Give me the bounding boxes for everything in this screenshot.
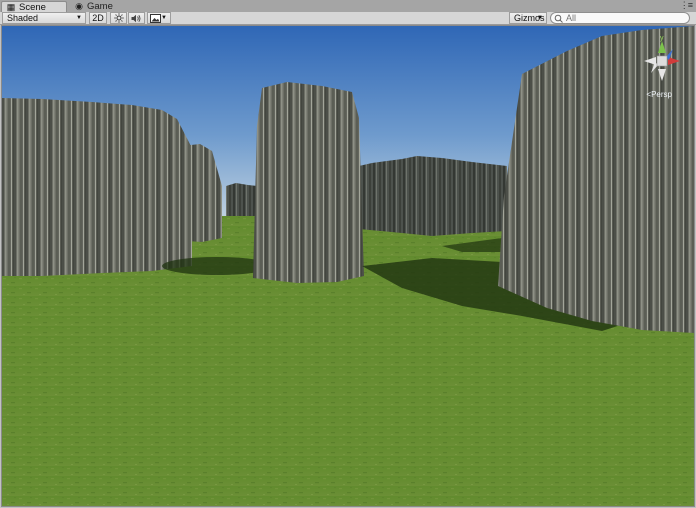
shading-mode-dropdown[interactable]: Shaded ▼ bbox=[2, 12, 86, 24]
sun-icon bbox=[113, 13, 124, 23]
game-controller-icon: ◉ bbox=[75, 1, 83, 11]
tab-game-label: Game bbox=[87, 1, 113, 12]
scene-toolbar: Shaded ▼ 2D ▼ Gizmos ▼ bbox=[0, 12, 696, 25]
tab-scene-label: Scene bbox=[19, 1, 46, 13]
chevron-down-icon: ▼ bbox=[537, 15, 543, 21]
search-icon bbox=[554, 14, 563, 23]
editor-tab-bar: ▦ Scene ◉ Game ⋮≡ bbox=[0, 0, 696, 13]
speaker-icon bbox=[131, 14, 141, 22]
tab-game[interactable]: ◉ Game bbox=[70, 1, 130, 12]
lighting-toggle-button[interactable] bbox=[110, 12, 127, 24]
audio-toggle-button[interactable] bbox=[128, 12, 145, 24]
scene-viewport[interactable]: y <Persp bbox=[1, 25, 695, 507]
panel-menu-icon[interactable]: ⋮≡ bbox=[680, 0, 693, 11]
scene-icon: ▦ bbox=[6, 1, 16, 12]
orientation-gizmo[interactable]: y bbox=[638, 31, 686, 87]
toggle-2d-label: 2D bbox=[92, 13, 104, 23]
scene-render bbox=[2, 26, 694, 506]
hierarchy-search-field[interactable] bbox=[550, 12, 690, 24]
y-axis-label: y bbox=[660, 35, 664, 42]
chevron-down-icon: ▼ bbox=[161, 15, 167, 21]
tab-scene[interactable]: ▦ Scene bbox=[1, 1, 67, 13]
effects-dropdown[interactable]: ▼ bbox=[147, 12, 171, 24]
image-icon bbox=[150, 13, 161, 23]
toggle-2d-button[interactable]: 2D bbox=[89, 12, 107, 24]
gizmos-dropdown[interactable]: Gizmos ▼ bbox=[509, 12, 547, 24]
chevron-down-icon: ▼ bbox=[76, 15, 82, 21]
projection-label[interactable]: <Persp bbox=[646, 90, 672, 99]
search-input[interactable] bbox=[564, 13, 676, 23]
shading-mode-label: Shaded bbox=[7, 13, 39, 23]
